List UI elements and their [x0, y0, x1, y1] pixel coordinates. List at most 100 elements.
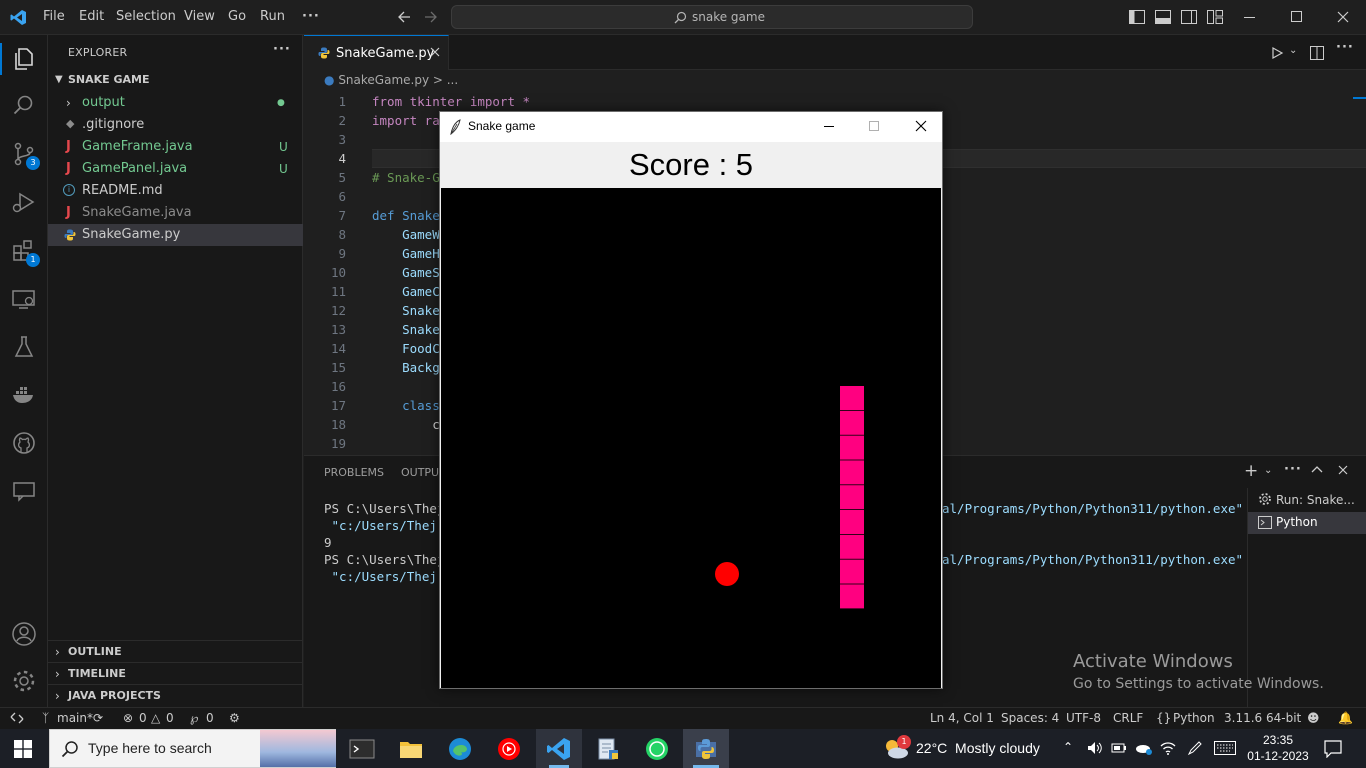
whatsapp-icon[interactable]: [644, 736, 670, 762]
clock[interactable]: 23:35 01-12-2023: [1240, 732, 1316, 764]
minimize-window-icon[interactable]: [1244, 17, 1255, 18]
toggle-panel-icon[interactable]: [1155, 10, 1171, 24]
chevron-up-icon[interactable]: ⌃: [1063, 740, 1073, 754]
branch-icon[interactable]: ᛉ: [42, 711, 49, 725]
python-interpreter[interactable]: 3.11.6 64-bit: [1224, 711, 1301, 725]
new-terminal-icon[interactable]: +: [1244, 461, 1258, 481]
ports-count[interactable]: 0: [206, 711, 214, 725]
close-panel-icon[interactable]: [1338, 465, 1348, 475]
search-icon[interactable]: [11, 93, 37, 119]
warning-icon[interactable]: △: [151, 711, 160, 725]
close-window-icon[interactable]: [1337, 11, 1349, 23]
tree-item-readme[interactable]: i README.md: [48, 180, 303, 202]
error-count[interactable]: 0: [139, 711, 147, 725]
command-center-search[interactable]: snake game: [451, 5, 973, 29]
explorer-files-icon[interactable]: [11, 46, 37, 72]
breadcrumb[interactable]: ● SnakeGame.py > ...: [324, 73, 458, 87]
menu-more[interactable]: ···: [302, 9, 320, 24]
source-control-icon[interactable]: 3: [11, 141, 40, 170]
menu-file[interactable]: File: [43, 9, 65, 24]
settings-gear-icon[interactable]: [11, 668, 37, 694]
more-actions-icon[interactable]: ···: [1284, 462, 1302, 477]
testing-flask-icon[interactable]: [11, 334, 37, 360]
menu-edit[interactable]: Edit: [79, 9, 104, 24]
customize-layout-icon[interactable]: [1207, 10, 1223, 24]
python-app-icon[interactable]: [693, 736, 719, 762]
menu-view[interactable]: View: [184, 9, 215, 24]
vscode-app-icon[interactable]: [546, 736, 572, 762]
edge-browser-icon[interactable]: [447, 736, 473, 762]
run-debug-icon[interactable]: [11, 189, 37, 215]
menu-go[interactable]: Go: [228, 9, 246, 24]
terminal-item-python[interactable]: Python: [1248, 512, 1366, 534]
docker-icon[interactable]: [11, 382, 37, 408]
tree-item-gitignore[interactable]: ◆ .gitignore: [48, 114, 303, 136]
sync-icon[interactable]: ⟳: [93, 711, 103, 725]
keyboard-icon[interactable]: [1214, 741, 1236, 755]
game-window-titlebar[interactable]: Snake game: [440, 112, 942, 142]
split-editor-icon[interactable]: [1310, 46, 1324, 60]
tree-item-snakegame-java[interactable]: J SnakeGame.java: [48, 202, 303, 224]
cursor-position[interactable]: Ln 4, Col 1: [930, 711, 994, 725]
tree-item-gamepanel[interactable]: J GamePanel.java U: [48, 158, 303, 180]
menu-selection[interactable]: Selection: [116, 9, 176, 24]
notifications-bell-icon[interactable]: 🔔: [1338, 711, 1353, 725]
remote-explorer-icon[interactable]: [11, 286, 37, 312]
weather-text[interactable]: 22°C Mostly cloudy: [916, 740, 1040, 756]
windows-start-icon[interactable]: [14, 740, 32, 758]
copilot-icon[interactable]: ☻: [1307, 711, 1320, 725]
indentation[interactable]: Spaces: 4: [1001, 711, 1059, 725]
section-java-projects[interactable]: › JAVA PROJECTS: [48, 684, 303, 706]
tree-item-gameframe[interactable]: J GameFrame.java U: [48, 136, 303, 158]
ports-icon[interactable]: ℘: [190, 711, 198, 725]
more-actions-icon[interactable]: ···: [1336, 40, 1354, 55]
error-icon[interactable]: ⊗: [123, 711, 133, 725]
wrench-icon[interactable]: ⚙: [229, 711, 240, 725]
section-outline[interactable]: › OUTLINE: [48, 640, 303, 662]
wifi-icon[interactable]: [1160, 740, 1176, 756]
menu-run[interactable]: Run: [260, 9, 285, 24]
chevron-down-icon[interactable]: ⌄: [1264, 465, 1272, 476]
toggle-secondary-sidebar-icon[interactable]: [1181, 10, 1197, 24]
tab-snakegame-py[interactable]: SnakeGame.py: [304, 35, 449, 70]
notification-center-icon[interactable]: [1324, 740, 1342, 758]
terminal-item-run[interactable]: Run: Snake...: [1248, 490, 1366, 512]
forward-arrow-icon[interactable]: [423, 10, 439, 24]
tab-problems[interactable]: PROBLEMS: [324, 466, 384, 479]
close-window-icon[interactable]: [915, 120, 927, 132]
warning-count[interactable]: 0: [166, 711, 174, 725]
notepad-app-icon[interactable]: [595, 736, 621, 762]
chevron-down-icon[interactable]: ⌄: [1289, 45, 1297, 56]
github-icon[interactable]: [11, 430, 37, 456]
more-actions-icon[interactable]: ···: [273, 42, 291, 57]
pen-icon[interactable]: [1187, 740, 1203, 756]
folder-snake-game[interactable]: ▼ SNAKE GAME: [48, 69, 303, 91]
game-canvas[interactable]: [441, 188, 941, 688]
tree-item-output[interactable]: › output ●: [48, 92, 303, 114]
youtube-music-icon[interactable]: [496, 736, 522, 762]
volume-icon[interactable]: [1087, 741, 1103, 755]
taskbar-search-box[interactable]: Type here to search: [49, 729, 336, 768]
toggle-primary-sidebar-icon[interactable]: [1129, 10, 1145, 24]
tree-item-snakegame-py[interactable]: SnakeGame.py: [48, 224, 303, 246]
restore-window-icon[interactable]: [1291, 11, 1302, 22]
branch-label[interactable]: main*: [57, 711, 93, 725]
accounts-icon[interactable]: [11, 621, 37, 647]
close-tab-icon[interactable]: [430, 47, 440, 57]
chat-icon[interactable]: [11, 478, 37, 504]
cloud-sync-icon[interactable]: [1134, 740, 1152, 756]
run-python-file-icon[interactable]: [1270, 46, 1284, 60]
remote-indicator[interactable]: [0, 708, 34, 729]
battery-icon[interactable]: [1111, 741, 1127, 755]
maximize-window-icon[interactable]: [869, 121, 879, 131]
maximize-panel-icon[interactable]: [1311, 464, 1323, 474]
language-mode[interactable]: Python: [1173, 711, 1215, 725]
encoding[interactable]: UTF-8: [1066, 711, 1101, 725]
terminal-app-icon[interactable]: [349, 736, 375, 762]
section-timeline[interactable]: › TIMELINE: [48, 662, 303, 684]
back-arrow-icon[interactable]: [396, 10, 412, 24]
end-of-line[interactable]: CRLF: [1113, 711, 1143, 725]
file-explorer-icon[interactable]: [398, 736, 424, 762]
extensions-icon[interactable]: 1: [11, 238, 40, 267]
minimize-window-icon[interactable]: [824, 126, 834, 127]
